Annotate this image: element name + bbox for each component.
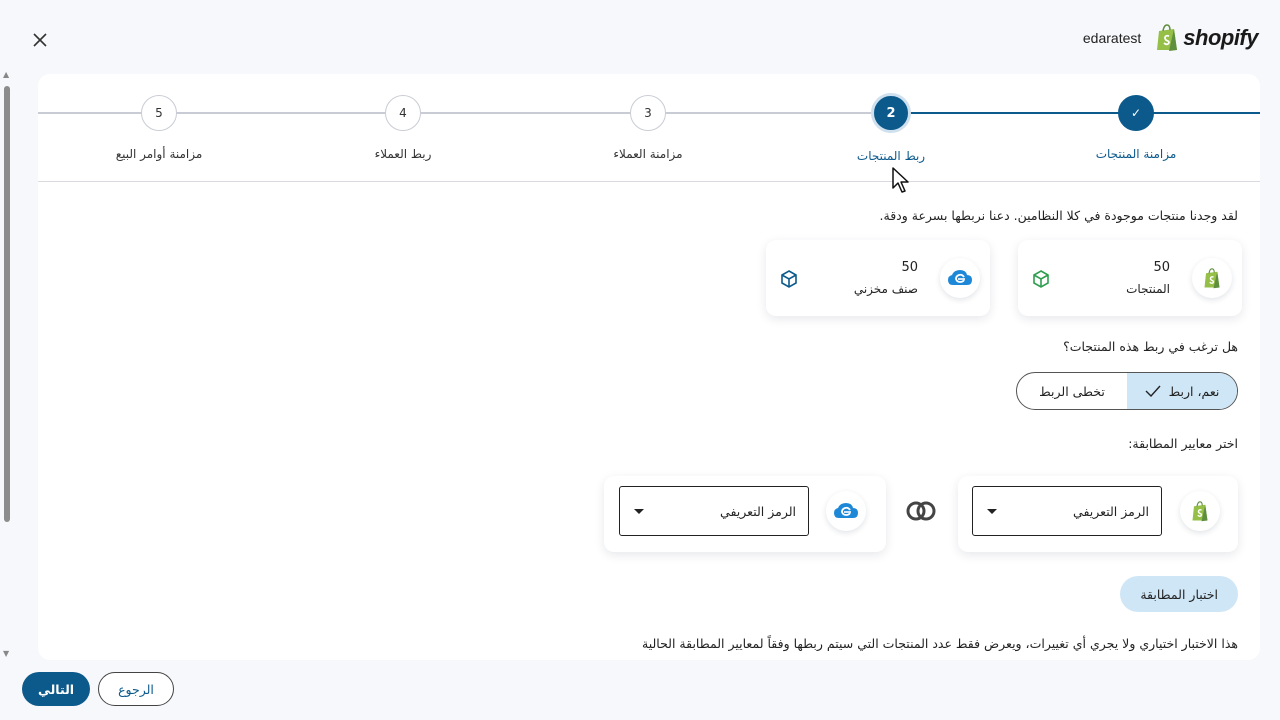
edara-cloud-icon [948, 270, 972, 285]
intro-text: لقد وجدنا منتجات موجودة في كلا النظامين.… [879, 208, 1238, 223]
step-3-circle: 3 [630, 95, 666, 131]
step-3-label: مزامنة العملاء [613, 147, 683, 161]
edara-item-label: صنف مخزني [853, 282, 918, 296]
back-button[interactable]: الرجوع [98, 672, 174, 706]
shopify-logo-badge [1192, 258, 1232, 298]
test-matching-button[interactable]: اختبار المطابقة [1120, 576, 1238, 612]
scroll-up-arrow-icon[interactable]: ▲ [3, 70, 9, 79]
shopify-product-count: 50 [1153, 260, 1170, 275]
edara-criteria-card: الرمز التعريفي [604, 476, 886, 552]
store-name: edaratest [1082, 30, 1142, 46]
step-3[interactable]: 3 مزامنة العملاء [568, 95, 728, 161]
shopify-criteria-select[interactable]: الرمز التعريفي [972, 486, 1162, 536]
test-note: هذا الاختبار اختياري ولا يجري أي تغييرات… [642, 636, 1238, 651]
edara-items-card: 50 صنف مخزني [766, 240, 990, 316]
step-5-circle: 5 [141, 95, 177, 131]
shopify-products-card: 50 المنتجات [1018, 240, 1242, 316]
brand: edaratest shopify [1083, 24, 1258, 52]
step-1[interactable]: ✓ مزامنة المنتجات [1056, 95, 1216, 161]
skip-link-option[interactable]: تخطى الربط [1017, 373, 1127, 409]
shopify-logo-badge [1180, 491, 1220, 531]
mouse-cursor-icon [892, 167, 909, 193]
stepper: 5 مزامنة أوامر البيع 4 ربط العملاء 3 مزا… [38, 74, 1260, 182]
shopify-wordmark: shopify [1183, 25, 1258, 50]
link-rings-icon [906, 501, 936, 521]
yes-link-option[interactable]: نعم، اربط [1127, 373, 1237, 409]
step-4-circle: 4 [385, 95, 421, 131]
edara-cloud-logo-badge [940, 258, 980, 298]
edara-cloud-logo-badge [826, 491, 866, 531]
shopify-product-label: المنتجات [1126, 282, 1170, 296]
skip-link-label: تخطى الربط [1039, 383, 1105, 399]
next-button[interactable]: التالي [22, 672, 90, 706]
edara-criteria-value: الرمز التعريفي [720, 504, 796, 519]
top-bar: edaratest shopify [0, 0, 1280, 74]
shopify-bag-icon [1192, 500, 1208, 521]
edara-item-count: 50 [901, 260, 918, 275]
yes-link-label: نعم، اربط [1168, 383, 1220, 399]
step-4[interactable]: 4 ربط العملاء [323, 95, 483, 161]
step-1-check-icon: ✓ [1118, 95, 1154, 131]
close-button[interactable] [26, 26, 54, 54]
link-question: هل ترغب في ربط هذه المنتجات؟ [1063, 339, 1238, 354]
page-scrollbar[interactable]: ▲ ▼ [0, 66, 14, 660]
step-5[interactable]: 5 مزامنة أوامر البيع [79, 95, 239, 161]
edara-criteria-select[interactable]: الرمز التعريفي [619, 486, 809, 536]
step-1-label: مزامنة المنتجات [1095, 147, 1177, 161]
step-2[interactable]: 2 ربط المنتجات [811, 93, 971, 163]
green-box-icon [1030, 268, 1052, 290]
blue-box-icon [778, 268, 800, 290]
footer: التالي الرجوع [0, 660, 1280, 720]
step-4-label: ربط العملاء [374, 147, 432, 161]
chevron-down-icon [987, 509, 997, 514]
chevron-down-icon [634, 509, 644, 514]
step-5-label: مزامنة أوامر البيع [115, 147, 203, 161]
step-2-circle: 2 [871, 93, 911, 133]
shopify-criteria-value: الرمز التعريفي [1073, 504, 1149, 519]
shopify-criteria-card: الرمز التعريفي [958, 476, 1238, 552]
shopify-bag-icon [1157, 24, 1178, 51]
edara-cloud-icon [834, 503, 858, 518]
shopify-bag-icon [1204, 267, 1220, 288]
criteria-label: اختر معايير المطابقة: [1128, 436, 1238, 451]
scroll-down-arrow-icon[interactable]: ▼ [3, 649, 9, 658]
shopify-logo: shopify [1155, 24, 1258, 52]
wizard-card: 5 مزامنة أوامر البيع 4 ربط العملاء 3 مزا… [38, 74, 1260, 660]
step-2-label: ربط المنتجات [856, 149, 926, 163]
scroll-thumb[interactable] [4, 86, 10, 522]
close-icon [33, 33, 47, 47]
link-toggle: نعم، اربط تخطى الربط [1016, 372, 1238, 410]
check-icon [1145, 385, 1161, 397]
